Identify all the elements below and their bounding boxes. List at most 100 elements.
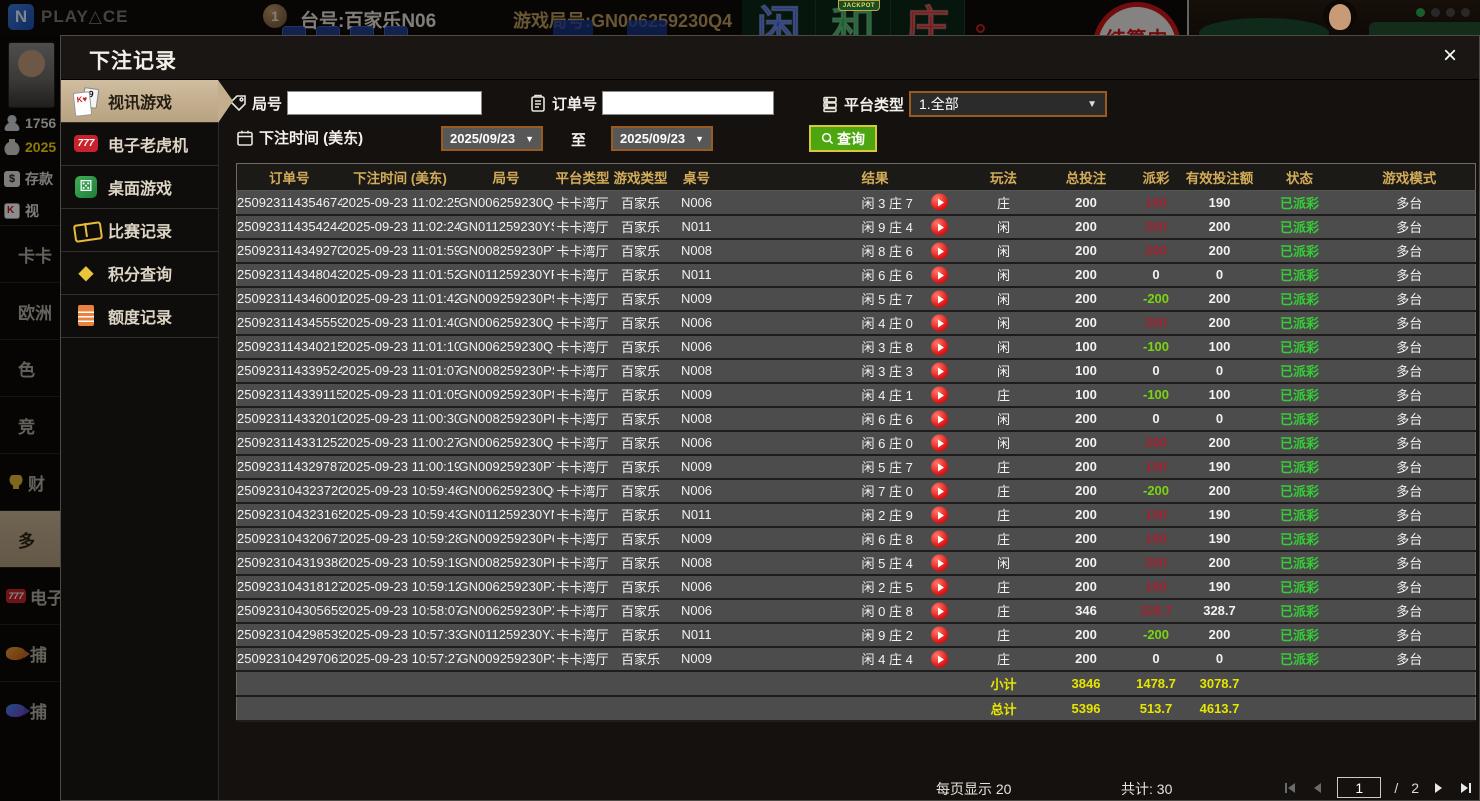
cell-valid-bet: 100 [1184, 383, 1256, 407]
page-separator: / [1394, 780, 1398, 796]
cell-game-type: 百家乐 [612, 599, 670, 623]
cell-round: GN006259230Q4 [459, 191, 554, 215]
sidebar-item-label: 积分查询 [108, 261, 172, 285]
cell-game-mode: 多台 [1344, 407, 1476, 431]
table-row: 250923114346001 2025-09-23 11:01:42 GN00… [237, 287, 1476, 311]
search-button[interactable]: 查询 [809, 125, 877, 152]
cell-valid-bet: 190 [1184, 575, 1256, 599]
sidebar-item-icon [73, 174, 99, 200]
cell-payout: 200 [1129, 551, 1184, 575]
cell-status: 已派彩 [1256, 263, 1344, 287]
cell-game-mode: 多台 [1344, 431, 1476, 455]
replay-icon[interactable] [931, 650, 948, 667]
sidebar-item-label: 桌面游戏 [108, 175, 172, 199]
cell-status: 已派彩 [1256, 647, 1344, 671]
cell-round: GN006259230Q3 [459, 311, 554, 335]
platform-filter-label: 平台类型 [844, 94, 904, 115]
table-row: 250923114329787 2025-09-23 11:00:19 GN00… [237, 455, 1476, 479]
dialog-sidebar-item[interactable]: 积分查询 [61, 252, 218, 295]
total-count-label: 共计: 30 [1121, 779, 1172, 799]
next-page-icon[interactable] [1432, 781, 1446, 795]
cell-round: GN011259230YN [459, 503, 554, 527]
replay-icon[interactable] [931, 386, 948, 403]
replay-icon[interactable] [931, 362, 948, 379]
col-play: 玩法 [964, 164, 1044, 191]
grand-total-payout: 513.7 [1129, 696, 1184, 721]
cell-payout: -200 [1129, 623, 1184, 647]
cell-payout: 200 [1129, 431, 1184, 455]
cell-game-mode: 多台 [1344, 191, 1476, 215]
prev-page-icon[interactable] [1310, 781, 1324, 795]
replay-icon[interactable] [931, 530, 948, 547]
sidebar-item-label: 额度记录 [108, 304, 172, 328]
replay-icon[interactable] [931, 218, 948, 235]
cell-game-type: 百家乐 [612, 527, 670, 551]
close-icon[interactable]: × [1443, 44, 1457, 68]
subtotal-row: 小计 3846 1478.7 3078.7 [237, 671, 1476, 696]
cell-total-bet: 200 [1044, 215, 1129, 239]
cell-round: GN011259230YJ [459, 623, 554, 647]
order-number-input[interactable] [602, 91, 774, 115]
col-time: 下注时间 (美东) [342, 164, 459, 191]
date-to-picker[interactable]: 2025/09/23 ▼ [611, 126, 713, 151]
table-header-row: 订单号 下注时间 (美东) 局号 平台类型 游戏类型 桌号 结果 玩法 总投注 … [237, 164, 1476, 191]
dialog-sidebar-item[interactable]: 电子老虎机 [61, 123, 218, 166]
dialog-sidebar-item[interactable]: 桌面游戏 [61, 166, 218, 209]
platform-type-select[interactable]: 1.全部 ▼ [909, 91, 1107, 117]
table-row: 250923114332010 2025-09-23 11:00:30 GN00… [237, 407, 1476, 431]
cell-time: 2025-09-23 11:02:25 [342, 191, 459, 215]
replay-icon[interactable] [931, 458, 948, 475]
cell-play: 庄 [964, 575, 1044, 599]
current-page-input[interactable]: 1 [1337, 777, 1381, 798]
replay-icon[interactable] [931, 194, 948, 211]
replay-icon[interactable] [931, 554, 948, 571]
replay-icon[interactable] [931, 482, 948, 499]
cell-time: 2025-09-23 11:01:52 [342, 263, 459, 287]
date-from-picker[interactable]: 2025/09/23 ▼ [441, 126, 543, 151]
replay-icon[interactable] [931, 506, 948, 523]
first-page-icon[interactable] [1283, 781, 1297, 795]
cell-result: 闲 5 庄 4 [724, 551, 964, 575]
cell-table-no: N006 [670, 599, 724, 623]
dialog-sidebar-item[interactable]: 比赛记录 [61, 209, 218, 252]
cell-table-no: N009 [670, 287, 724, 311]
cell-payout: 0 [1129, 359, 1184, 383]
cell-play: 庄 [964, 191, 1044, 215]
cell-result: 闲 0 庄 8 [724, 599, 964, 623]
cell-time: 2025-09-23 11:00:19 [342, 455, 459, 479]
replay-icon[interactable] [931, 266, 948, 283]
cell-valid-bet: 200 [1184, 287, 1256, 311]
cell-result: 闲 2 庄 5 [724, 575, 964, 599]
cell-payout: -200 [1129, 287, 1184, 311]
sidebar-item-icon [73, 217, 99, 243]
cell-payout: 0 [1129, 263, 1184, 287]
cell-total-bet: 200 [1044, 647, 1129, 671]
cell-status: 已派彩 [1256, 455, 1344, 479]
replay-icon[interactable] [931, 242, 948, 259]
replay-icon[interactable] [931, 410, 948, 427]
replay-icon[interactable] [931, 602, 948, 619]
replay-icon[interactable] [931, 338, 948, 355]
cell-platform: 卡卡湾厅 [554, 503, 612, 527]
table-footer: 小计 3846 1478.7 3078.7 总计 5396 513.7 4613… [237, 671, 1476, 721]
last-page-icon[interactable] [1459, 781, 1473, 795]
cell-game-type: 百家乐 [612, 407, 670, 431]
replay-icon[interactable] [931, 314, 948, 331]
dialog-sidebar-item[interactable]: 额度记录 [61, 295, 218, 338]
replay-icon[interactable] [931, 434, 948, 451]
dialog-sidebar-item[interactable]: 视讯游戏 [61, 80, 218, 123]
replay-icon[interactable] [931, 290, 948, 307]
cell-time: 2025-09-23 10:57:33 [342, 623, 459, 647]
cell-result: 闲 3 庄 7 [724, 191, 964, 215]
replay-icon[interactable] [931, 578, 948, 595]
round-number-input[interactable] [287, 91, 482, 115]
col-platform: 平台类型 [554, 164, 612, 191]
cell-time: 2025-09-23 11:01:10 [342, 335, 459, 359]
cell-order: 250923104320671 [237, 527, 342, 551]
cell-order: 250923104298539 [237, 623, 342, 647]
cell-round: GN011259230YR [459, 263, 554, 287]
cell-platform: 卡卡湾厅 [554, 455, 612, 479]
cell-status: 已派彩 [1256, 431, 1344, 455]
cell-game-type: 百家乐 [612, 503, 670, 527]
replay-icon[interactable] [931, 626, 948, 643]
